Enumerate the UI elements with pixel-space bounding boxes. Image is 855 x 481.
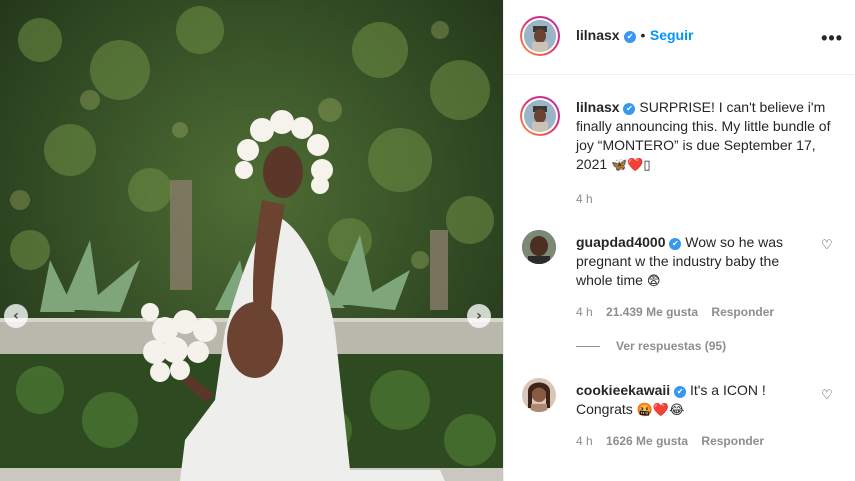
previous-image-button[interactable]: ‹	[4, 304, 28, 328]
commenter-avatar-image	[522, 230, 556, 264]
verified-badge-icon: ✔	[669, 238, 682, 250]
view-replies-button[interactable]: Ver respuestas (95)	[576, 339, 726, 353]
comment-time[interactable]: 4 h	[576, 434, 593, 448]
post-header: lilnasx ✔ • Seguir •••	[504, 0, 855, 75]
verified-badge-icon: ✔	[623, 103, 636, 115]
comment-likes[interactable]: 21.439 Me gusta	[606, 305, 698, 319]
author-avatar-image	[524, 20, 556, 52]
caption-avatar-image	[524, 100, 556, 132]
comment-username[interactable]: cookieekawaii	[576, 382, 670, 398]
author-username[interactable]: lilnasx	[576, 27, 620, 43]
next-image-button[interactable]: ›	[467, 304, 491, 328]
caption-author-avatar[interactable]	[520, 96, 560, 136]
post-caption: lilnasx ✔ SURPRISE! I can't believe i'm …	[576, 98, 836, 175]
like-comment-heart-icon[interactable]: ♡	[821, 388, 835, 403]
caption-emojis: 🦋❤️▯	[611, 158, 651, 173]
verified-badge-icon: ✔	[674, 386, 687, 398]
author-avatar[interactable]	[520, 16, 560, 56]
comment-emoji: 😨	[646, 274, 661, 289]
reply-button[interactable]: Responder	[711, 305, 774, 319]
comment-meta: 4 h 1626 Me gusta Responder	[576, 434, 764, 448]
replies-divider	[576, 345, 600, 347]
commenter-avatar-image	[522, 378, 556, 412]
comment-username[interactable]: guapdad4000	[576, 234, 665, 250]
more-options-icon[interactable]: •••	[821, 28, 843, 49]
comment-meta: 4 h 21.439 Me gusta Responder	[576, 305, 774, 319]
follow-button[interactable]: Seguir	[650, 27, 694, 43]
comment-body: cookieekawaii ✔ It's a ICON ! Congrats 🤬…	[576, 381, 816, 420]
commenter-avatar[interactable]	[522, 230, 556, 264]
verified-badge-icon: ✔	[624, 31, 637, 43]
comment-likes[interactable]: 1626 Me gusta	[606, 434, 688, 448]
post-header-info: lilnasx ✔ • Seguir	[576, 27, 693, 45]
commenter-avatar[interactable]	[522, 378, 556, 412]
post-photo-illustration	[0, 0, 503, 481]
comment-emoji: 🤬❤️😂	[636, 403, 685, 418]
comment-body: guapdad4000 ✔ Wow so he was pregnant w t…	[576, 233, 816, 291]
caption-time[interactable]: 4 h	[576, 192, 593, 206]
comment-time[interactable]: 4 h	[576, 305, 593, 319]
caption-username[interactable]: lilnasx	[576, 99, 620, 115]
view-replies-label: Ver respuestas (95)	[616, 339, 727, 353]
separator: •	[640, 27, 646, 43]
reply-button[interactable]: Responder	[701, 434, 764, 448]
post-side-panel: lilnasx ✔ • Seguir ••• lilnasx ✔ SURPRIS…	[503, 0, 855, 481]
like-comment-heart-icon[interactable]: ♡	[821, 238, 835, 253]
post-image: ‹ ›	[0, 0, 503, 481]
